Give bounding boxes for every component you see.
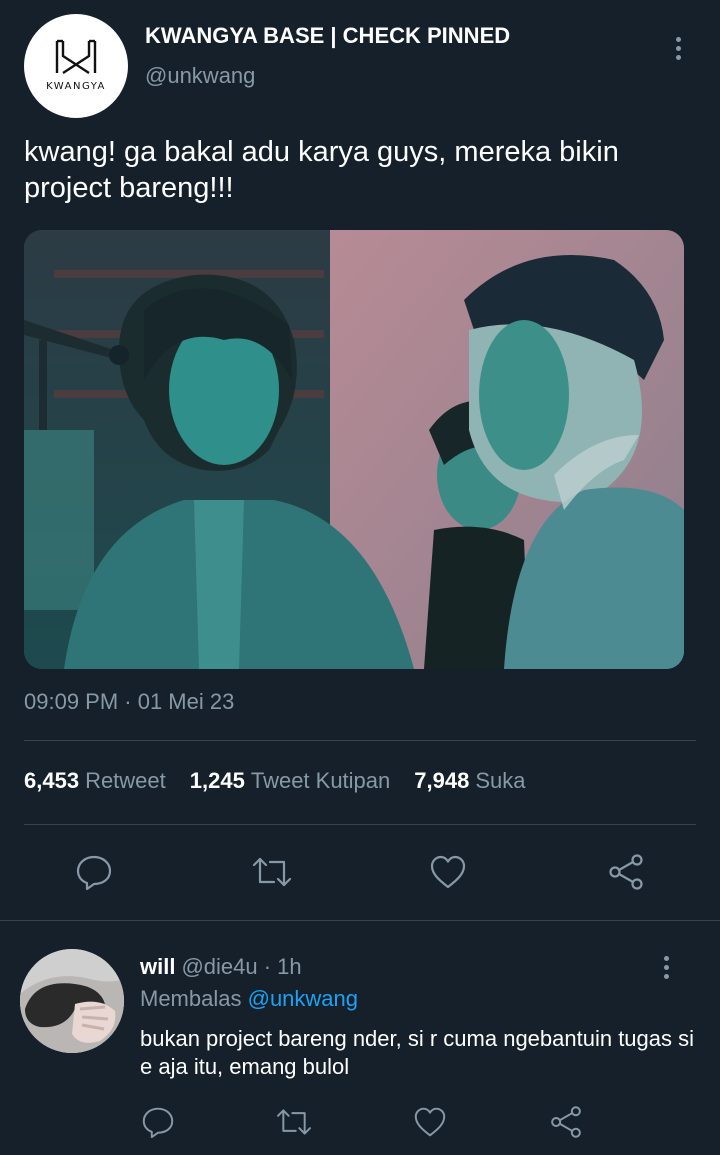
reply-retweet-button[interactable] [274,1104,314,1140]
retweet-icon [252,857,292,887]
like-button[interactable] [428,852,468,892]
heart-icon [430,855,466,889]
replying-to-label: Membalas [140,986,242,1011]
quote-stat[interactable]: 1,245 Tweet Kutipan [190,768,391,794]
heart-icon [414,1107,446,1137]
reply-text: bukan project bareng nder, si r cuma nge… [140,1026,695,1079]
retweet-label: Retweet [85,768,166,793]
avatar-photo [20,949,124,1053]
reply-reply-button[interactable] [140,1104,176,1140]
photo-illustration [24,230,684,669]
tweet-stats: 6,453 Retweet 1,245 Tweet Kutipan 7,948 Suk… [24,768,550,794]
reply-author-name[interactable]: will [140,954,175,979]
kwangya-logo-icon [55,39,97,75]
tweet-photo[interactable] [24,230,684,669]
author-handle[interactable]: @unkwang [145,63,255,89]
share-button[interactable] [606,852,646,892]
tweet-timestamp[interactable]: 09:09 PM · 01 Mei 23 [24,689,234,715]
more-options-icon[interactable] [663,33,693,63]
reply-icon [142,1107,174,1138]
reply-meta: @die4u · 1h [181,954,302,979]
replying-to: Membalas @unkwang [140,986,358,1012]
author-name[interactable]: KWANGYA BASE | CHECK PINNED [145,23,510,49]
share-icon [609,854,643,890]
share-icon [551,1106,581,1138]
author-avatar[interactable]: KWANGYA [24,14,128,118]
reply-share-button[interactable] [548,1104,584,1140]
reply-header: will @die4u · 1h [140,954,302,980]
logo-text: KWANGYA [46,81,106,92]
divider [0,920,720,921]
quote-label: Tweet Kutipan [250,768,391,793]
reply-like-button[interactable] [412,1104,448,1140]
divider [24,824,696,825]
like-stat[interactable]: 7,948 Suka [414,768,525,794]
retweet-count: 6,453 [24,768,80,793]
retweet-stat[interactable]: 6,453 Retweet [24,768,166,794]
reply-more-options-icon[interactable] [651,952,681,982]
retweet-icon [277,1109,311,1135]
reply-icon [76,855,112,890]
tweet-text: kwang! ga bakal adu karya guys, mereka b… [24,136,619,204]
like-count: 7,948 [414,768,470,793]
reply-avatar[interactable] [20,949,124,1053]
replying-to-mention[interactable]: @unkwang [248,986,358,1011]
reply-button[interactable] [74,852,114,892]
quote-count: 1,245 [189,768,245,793]
divider [24,740,696,741]
retweet-button[interactable] [250,852,294,892]
like-label: Suka [475,768,526,793]
